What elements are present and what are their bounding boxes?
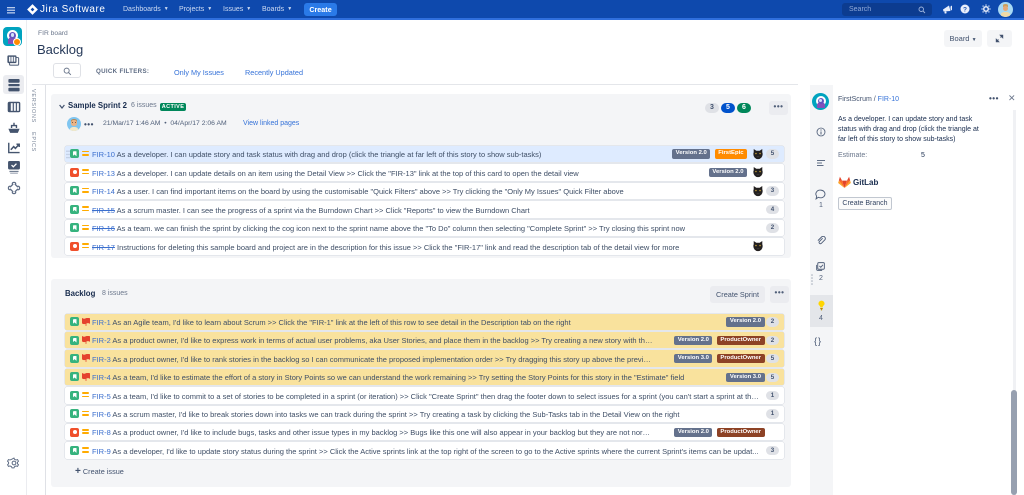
svg-text:?: ? xyxy=(963,6,967,13)
